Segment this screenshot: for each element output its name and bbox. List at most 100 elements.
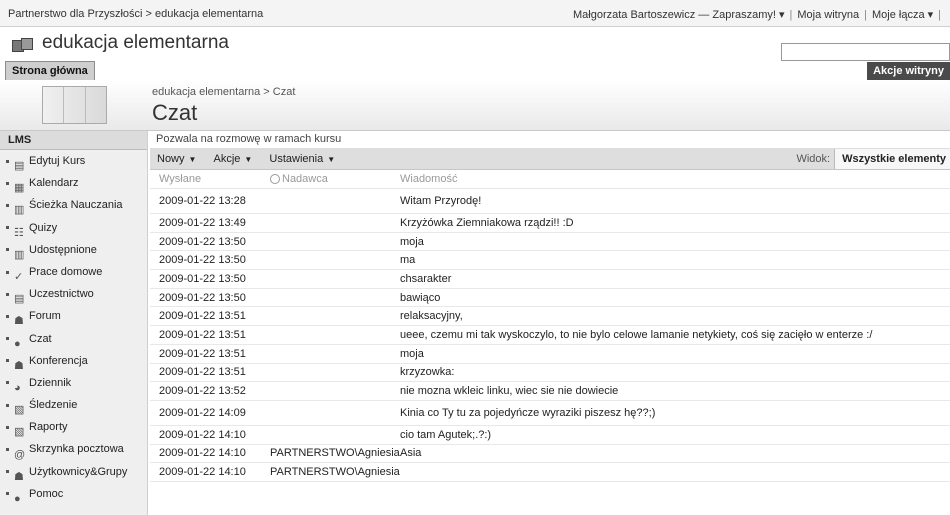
view-selector[interactable]: Widok: Wszystkie elementy [796,149,950,169]
table-row[interactable]: 2009-01-22 13:52 nie mozna wkleic linku, … [150,381,950,401]
table-row[interactable]: 2009-01-22 13:51 relaksacyjny, [150,306,950,327]
global-breadcrumb[interactable]: Partnerstwo dla Przyszłości > edukacja e… [8,8,263,20]
cell-sender: PARTNERSTWO\AgniesiaS [270,462,400,482]
table-row[interactable]: 2009-01-22 14:09 Kinia co Ty tu za pojedy… [150,400,950,426]
sidebar-item[interactable]: ▧ Śledzenie [0,394,147,416]
table-row[interactable]: 2009-01-22 13:51 krzyzowka: [150,363,950,383]
table-row[interactable]: 2009-01-22 13:50 moja [150,232,950,252]
sidebar-item[interactable]: ▥ Ścieżka Nauczania [0,194,147,216]
cell-sent: 2009-01-22 13:28 [150,188,270,214]
table-row[interactable]: 2009-01-22 13:50 ma [150,250,950,271]
my-links-menu[interactable]: Moje łącza ▾ [872,9,933,21]
list-toolbar: Nowy ▼ Akcje ▼ Ustawienia ▼ Widok: Wszystkie… [150,149,950,170]
cell-sent: 2009-01-22 13:49 [150,213,270,233]
sidebar-item[interactable]: ▥ Udostępnione [0,239,147,261]
sidebar-item[interactable]: ▤ Edytuj Kurs [0,150,147,172]
bullet-icon [6,381,9,385]
conference-icon: ☗ [14,359,24,372]
table-row[interactable]: 2009-01-22 13:51 moja [150,344,950,364]
bullet-icon [6,337,9,341]
quick-launch-heading[interactable]: LMS [0,131,147,150]
sidebar-item[interactable]: ✓ Prace domowe [0,261,147,283]
sidebar-item[interactable]: ▤ Uczestnictwo [0,283,147,305]
actions-menu[interactable]: Akcje ▼ [207,149,260,170]
settings-menu[interactable]: Ustawienia ▼ [262,149,342,170]
page-header: edukacja elementarna > Czat Czat [0,80,950,131]
table-row[interactable]: 2009-01-22 13:50 chsarakter [150,269,950,289]
site-title[interactable]: edukacja elementarna [42,32,229,54]
chat-bubble-icon: ● [14,337,21,350]
attendance-icon: ▤ [14,293,25,306]
column-message[interactable]: Wiadomość [400,170,950,189]
sidebar-item[interactable]: ☗ Konferencja [0,350,147,372]
cell-sender [270,232,400,252]
sidebar-item-label: Ścieżka Nauczania [29,199,123,212]
chevron-down-icon: ▼ [244,155,253,164]
cell-sender [270,363,400,383]
bullet-icon [6,314,9,318]
cell-message: nie mozna wkleic linku, wiec sie nie dow… [400,381,950,401]
my-site-link[interactable]: Moja witryna [797,9,859,21]
cell-message: cio tam Agutek;.?:) [400,425,950,445]
sidebar-item[interactable]: ☷ Quizy [0,217,147,239]
bullet-icon [6,403,9,407]
sidebar-item-label: Użytkownicy&Grupy [29,465,128,478]
sidebar-item-label: Quizy [29,221,58,234]
sidebar-item-label: Edytuj Kurs [29,155,86,167]
sidebar-item-label: Raporty [29,421,68,434]
edit-course-icon: ▤ [14,160,25,173]
sidebar-item-label: Śledzenie [29,399,78,412]
cell-message: moja [400,344,950,364]
table-row[interactable]: 2009-01-22 14:10 PARTNERSTWO\AgniesiaS Asi… [150,444,950,464]
cell-message: Witam Przyrodę! [400,188,950,214]
page-title: Czat [152,100,198,125]
bullet-icon [6,159,9,163]
cell-message: Asia [400,444,950,464]
help-icon: ● [14,492,21,505]
table-row[interactable]: 2009-01-22 13:49 Krzyżówka Ziemniakowa rz… [150,213,950,233]
view-label: Widok: [796,153,831,165]
sidebar-item-label: Udostępnione [29,243,97,256]
table-row[interactable]: 2009-01-22 13:50 bawiąco [150,288,950,308]
column-sender[interactable]: Nadawca [270,170,400,189]
table-row[interactable]: 2009-01-22 14:10 PARTNERSTWO\AgniesiaS [150,462,950,482]
top-nav: Strona główna Akcje witryny [0,61,950,81]
sidebar-item-label: Kalendarz [29,177,79,190]
cell-sent: 2009-01-22 13:51 [150,344,270,364]
table-row[interactable]: 2009-01-22 13:51 ueee, czemu mi tak wysko… [150,325,950,345]
table-row[interactable]: 2009-01-22 14:10 cio tam Agutek;.?:) [150,425,950,445]
sidebar-item[interactable]: ● Pomoc [0,483,147,505]
site-actions-menu[interactable]: Akcje witryny [867,62,950,80]
sidebar-item[interactable]: ▧ Raporty [0,416,147,438]
sidebar-item[interactable]: ◕ Dziennik [0,372,147,394]
sidebar-item[interactable]: ▦ Kalendarz [0,172,147,194]
checkmark-icon: ✓ [14,271,24,284]
cell-sender [270,381,400,401]
cell-message: Krzyżówka Ziemniakowa rządzi!! :D [400,213,950,233]
users-groups-icon: ☗ [14,470,24,483]
page-breadcrumb[interactable]: edukacja elementarna > Czat [152,86,295,98]
column-sent[interactable]: Wysłane [150,170,270,189]
cell-sender: PARTNERSTWO\AgniesiaS [270,444,400,464]
cell-sent: 2009-01-22 13:51 [150,306,270,327]
new-menu[interactable]: Nowy ▼ [150,149,203,170]
sidebar-item[interactable]: @ Skrzynka pocztowa [0,438,147,461]
cell-sent: 2009-01-22 14:09 [150,400,270,426]
view-value[interactable]: Wszystkie elementy [834,149,950,169]
welcome-menu[interactable]: Małgorzata Bartoszewicz — Zapraszamy! ▾ [573,9,785,21]
tab-home[interactable]: Strona główna [5,61,95,80]
cell-sender [270,306,400,327]
sidebar-item[interactable]: ● Czat [0,328,147,350]
cell-sent: 2009-01-22 13:50 [150,250,270,271]
shared-icon: ▥ [14,248,25,261]
sidebar-item[interactable]: ☗ Użytkownicy&Grupy [0,461,147,483]
bullet-icon [6,359,9,363]
sidebar-item[interactable]: ☗ Forum [0,305,147,327]
cell-sent: 2009-01-22 14:10 [150,462,270,482]
bullet-icon [6,203,9,207]
journal-icon: ◕ [14,381,21,394]
learning-path-icon: ▥ [14,204,25,217]
sidebar-item-label: Uczestnictwo [29,288,94,301]
table-row[interactable]: 2009-01-22 13:28 Witam Przyrodę! [150,188,950,214]
search-input[interactable] [781,43,950,61]
